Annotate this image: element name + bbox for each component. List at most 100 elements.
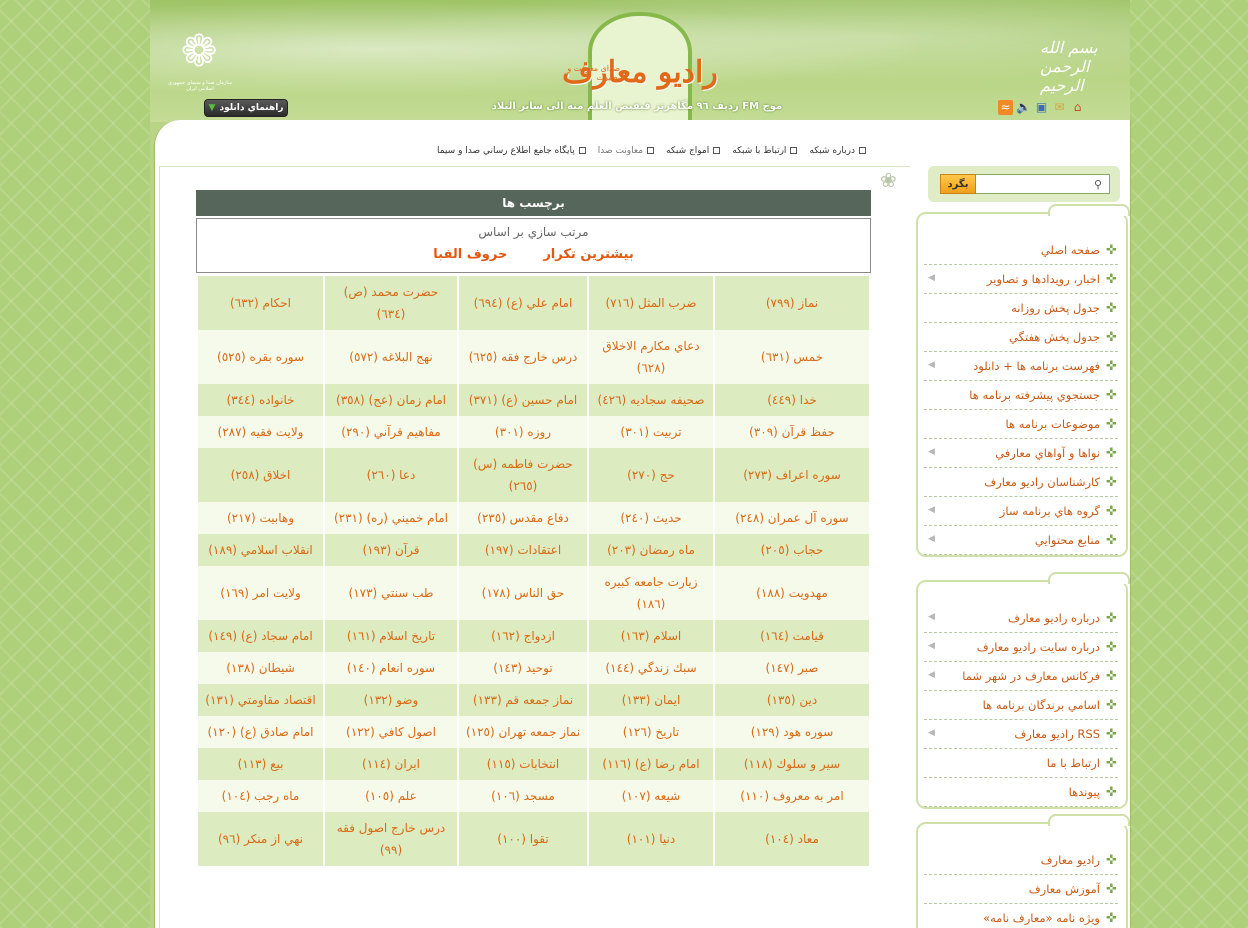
tag-link[interactable]: انتخابات (١١٥): [459, 748, 587, 780]
mail-icon[interactable]: ✉: [1052, 100, 1067, 115]
tag-link[interactable]: مفاهيم قرآني (٢٩٠): [325, 416, 457, 448]
tag-link[interactable]: دنيا (١٠١): [589, 812, 713, 866]
tag-link[interactable]: امام علي (ع) (٦٩٤): [459, 276, 587, 330]
tag-link[interactable]: مسجد (١٠٦): [459, 780, 587, 812]
tag-link[interactable]: اسلام (١٦٣): [589, 620, 713, 652]
tag-link[interactable]: ايران (١١٤): [325, 748, 457, 780]
menu-item[interactable]: موضوعات برنامه ها ✜: [924, 410, 1118, 439]
menu-item[interactable]: ◀ نواها و آواهاي معارفي ✜: [924, 439, 1118, 468]
sitemap-icon[interactable]: ▣: [1034, 100, 1049, 115]
tag-link[interactable]: سير و سلوك (١١٨): [715, 748, 869, 780]
tag-link[interactable]: وضو (١٣٢): [325, 684, 457, 716]
rss-icon[interactable]: ≈: [998, 100, 1013, 115]
tag-link[interactable]: اصول كافي (١٢٢): [325, 716, 457, 748]
tag-link[interactable]: تقوا (١٠٠): [459, 812, 587, 866]
tag-link[interactable]: احكام (٦٣٢): [198, 276, 323, 330]
menu-item[interactable]: جدول پخش هفتگي ✜: [924, 323, 1118, 352]
tag-link[interactable]: حج (٢٧٠): [589, 448, 713, 502]
search-input[interactable]: [974, 174, 1110, 194]
tag-link[interactable]: امام رضا (ع) (١١٦): [589, 748, 713, 780]
tag-link[interactable]: ولايت امر (١٦٩): [198, 566, 323, 620]
tag-link[interactable]: روزه (٣٠١): [459, 416, 587, 448]
tag-link[interactable]: درس خارج اصول فقه (٩٩): [325, 812, 457, 866]
tag-link[interactable]: تربيت (٣٠١): [589, 416, 713, 448]
menu-item[interactable]: جدول پخش روزانه ✜: [924, 294, 1118, 323]
tag-link[interactable]: تاريخ (١٢٦): [589, 716, 713, 748]
menu-item[interactable]: ◀ فهرست برنامه ها + دانلود ✜: [924, 352, 1118, 381]
tag-link[interactable]: نهي از منكر (٩٦): [198, 812, 323, 866]
tag-link[interactable]: خمس (٦٣١): [715, 330, 869, 384]
menu-item[interactable]: كارشناسان راديو معارف ✜: [924, 468, 1118, 497]
tag-link[interactable]: نماز (٧٩٩): [715, 276, 869, 330]
home-icon[interactable]: ⌂: [1070, 100, 1085, 115]
menu-item[interactable]: ◀ فركانس معارف در شهر شما ✜: [924, 662, 1118, 691]
menu-item[interactable]: ◀ گروه هاي برنامه ساز ✜: [924, 497, 1118, 526]
tag-link[interactable]: مهدويت (١٨٨): [715, 566, 869, 620]
menu-item[interactable]: آموزش معارف ✜: [924, 875, 1118, 904]
tag-link[interactable]: زيارت جامعه كبيره (١٨٦): [589, 566, 713, 620]
tag-link[interactable]: ماه رمضان (٢٠٣): [589, 534, 713, 566]
tag-link[interactable]: اقتصاد مقاومتي (١٣١): [198, 684, 323, 716]
tag-link[interactable]: امر به معروف (١١٠): [715, 780, 869, 812]
search-button[interactable]: بگرد: [940, 174, 976, 194]
menu-item[interactable]: ◀ RSS راديو معارف ✜: [924, 720, 1118, 749]
tag-link[interactable]: حضرت محمد (ص) (٦٣٤): [325, 276, 457, 330]
nav-radio-deputy[interactable]: معاونت صدا: [598, 146, 654, 160]
tag-link[interactable]: دين (١٣٥): [715, 684, 869, 716]
tag-link[interactable]: صبر (١٤٧): [715, 652, 869, 684]
tag-link[interactable]: حق الناس (١٧٨): [459, 566, 587, 620]
menu-item[interactable]: اسامي برندگان برنامه ها ✜: [924, 691, 1118, 720]
tag-link[interactable]: طب سنتي (١٧٣): [325, 566, 457, 620]
tag-link[interactable]: حديث (٢٤٠): [589, 502, 713, 534]
tag-link[interactable]: خدا (٤٤٩): [715, 384, 869, 416]
menu-item[interactable]: ◀ درباره راديو معارف ✜: [924, 604, 1118, 633]
nav-waves[interactable]: امواج شبكه: [666, 146, 720, 160]
tag-link[interactable]: قيامت (١٦٤): [715, 620, 869, 652]
tag-link[interactable]: وهابيت (٢١٧): [198, 502, 323, 534]
tag-link[interactable]: صحيفه سجاديه (٤٢٦): [589, 384, 713, 416]
tag-link[interactable]: ولايت فقيه (٢٨٧): [198, 416, 323, 448]
tag-link[interactable]: سوره بقره (٥٢٥): [198, 330, 323, 384]
tag-link[interactable]: نهج البلاغه (٥٧٢): [325, 330, 457, 384]
menu-item[interactable]: جستجوي پيشرفته برنامه ها ✜: [924, 381, 1118, 410]
tag-link[interactable]: ازدواج (١٦٢): [459, 620, 587, 652]
tag-link[interactable]: دعا (٢٦٠): [325, 448, 457, 502]
tag-link[interactable]: دفاع مقدس (٢٣٥): [459, 502, 587, 534]
tag-link[interactable]: سوره انعام (١٤٠): [325, 652, 457, 684]
tag-link[interactable]: قرآن (١٩٣): [325, 534, 457, 566]
tag-link[interactable]: اعتقادات (١٩٧): [459, 534, 587, 566]
tag-link[interactable]: سبك زندگي (١٤٤): [589, 652, 713, 684]
tag-link[interactable]: انقلاب اسلامي (١٨٩): [198, 534, 323, 566]
iribo-emblem-icon[interactable]: ❁: [168, 28, 230, 88]
menu-item[interactable]: ◀ اخبار، رويدادها و تصاوير ✜: [924, 265, 1118, 294]
menu-item[interactable]: صفحه اصلي ✜: [924, 236, 1118, 265]
tag-link[interactable]: حضرت فاطمه (س) (٢٦٥): [459, 448, 587, 502]
menu-item[interactable]: ◀ درباره سايت راديو معارف ✜: [924, 633, 1118, 662]
tag-link[interactable]: ضرب المثل (٧١٦): [589, 276, 713, 330]
tag-link[interactable]: ماه رجب (١٠٤): [198, 780, 323, 812]
tag-link[interactable]: شيعه (١٠٧): [589, 780, 713, 812]
menu-item[interactable]: ويژه نامه «معارف نامه» ✜: [924, 904, 1118, 928]
nav-about[interactable]: درباره شبكه: [809, 146, 866, 160]
sort-by-alphabet[interactable]: حروف الفبا: [433, 247, 507, 262]
tag-link[interactable]: دعاي مكارم الاخلاق (٦٢٨): [589, 330, 713, 384]
tag-link[interactable]: امام سجاد (ع) (١٤٩): [198, 620, 323, 652]
tag-link[interactable]: امام صادق (ع) (١٢٠): [198, 716, 323, 748]
tag-link[interactable]: سوره اعراف (٢٧٣): [715, 448, 869, 502]
nav-portal[interactable]: پايگاه جامع اطلاع رساني صدا و سيما: [437, 146, 586, 160]
sort-by-frequency[interactable]: بيشترين تكرار: [543, 247, 633, 262]
tag-link[interactable]: حجاب (٢٠٥): [715, 534, 869, 566]
nav-contact[interactable]: ارتباط با شبكه: [732, 146, 797, 160]
tag-link[interactable]: شيطان (١٣٨): [198, 652, 323, 684]
tag-link[interactable]: امام خميني (ره) (٢٣١): [325, 502, 457, 534]
tag-link[interactable]: بيع (١١٣): [198, 748, 323, 780]
tag-link[interactable]: امام زمان (عج) (٣٥٨): [325, 384, 457, 416]
tag-link[interactable]: خانواده (٣٤٤): [198, 384, 323, 416]
tag-link[interactable]: توحيد (١٤٣): [459, 652, 587, 684]
tag-link[interactable]: نماز جمعه تهران (١٢٥): [459, 716, 587, 748]
tag-link[interactable]: حفظ قرآن (٣٠٩): [715, 416, 869, 448]
menu-item[interactable]: ◀ منابع محتوايي ✜: [924, 526, 1118, 555]
menu-item[interactable]: ارتباط با ما ✜: [924, 749, 1118, 778]
tag-link[interactable]: درس خارج فقه (٦٢٥): [459, 330, 587, 384]
tag-link[interactable]: معاد (١٠٤): [715, 812, 869, 866]
